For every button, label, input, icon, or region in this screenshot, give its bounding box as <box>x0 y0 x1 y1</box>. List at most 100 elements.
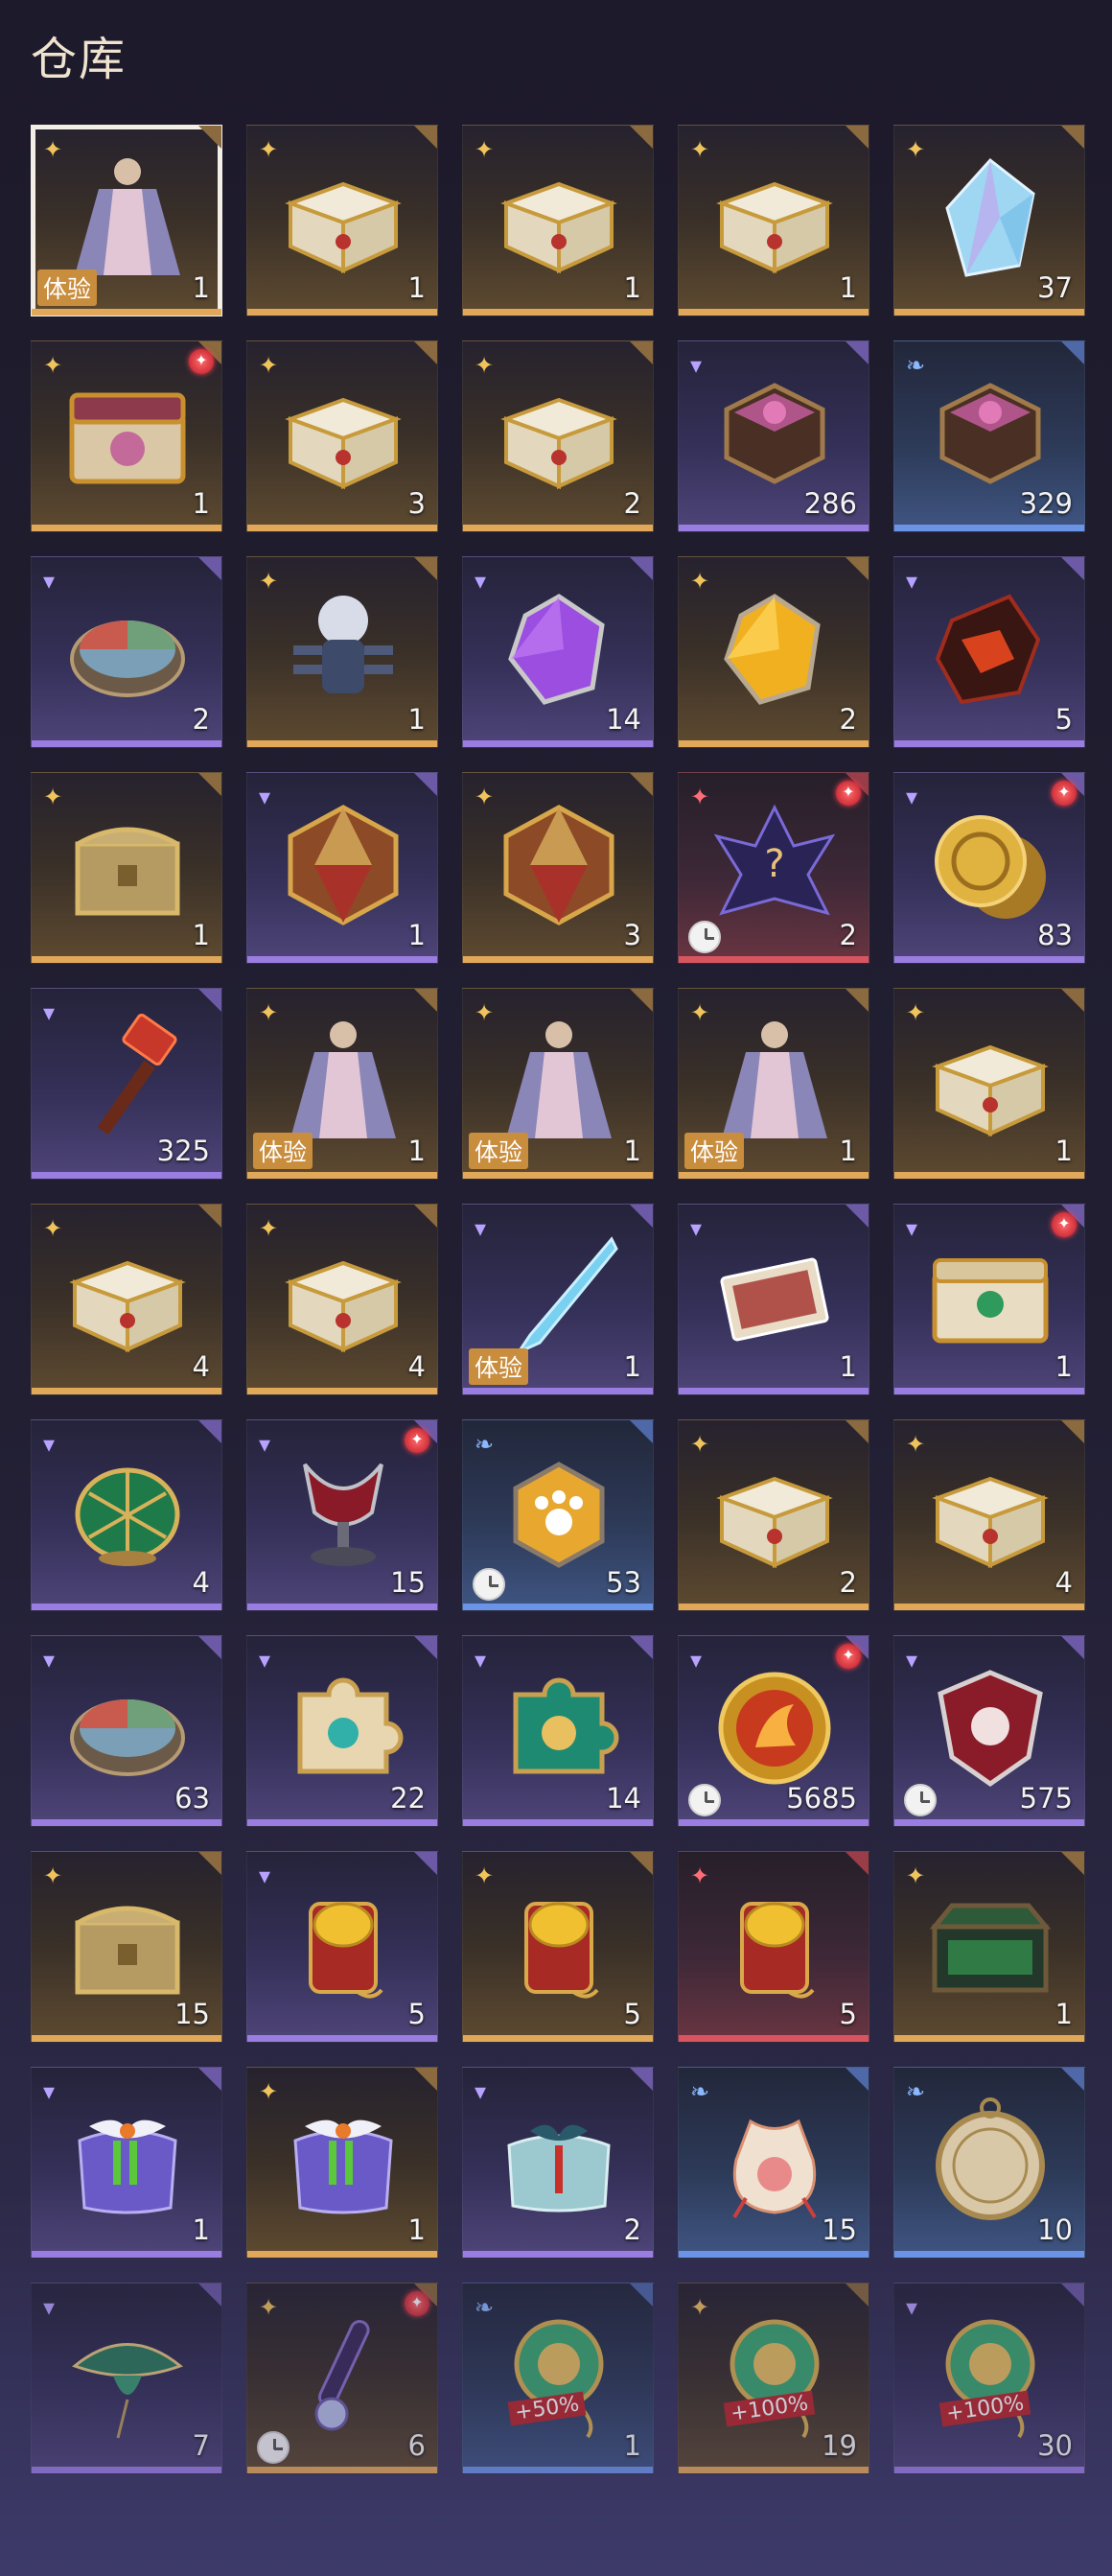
item-quantity: 325 <box>156 1135 210 1167</box>
inventory-slot[interactable]: ❧ 15 <box>678 2067 869 2259</box>
puzzle-piece-icon <box>276 1661 410 1795</box>
costume-icon <box>60 151 195 285</box>
inventory-slot[interactable]: ✦ 37 <box>893 125 1085 316</box>
rarity-corner <box>1061 1636 1084 1659</box>
inventory-slot[interactable]: ✦ 5 <box>678 1851 869 2043</box>
rarity-bar <box>32 1172 221 1179</box>
inventory-slot[interactable]: ▾ 2 <box>462 2067 654 2259</box>
inventory-slot[interactable]: ▾ 14 <box>462 1635 654 1827</box>
rarity-icon: ▾ <box>906 569 918 595</box>
item-quantity: 1 <box>1054 1350 1073 1383</box>
rarity-icon: ▾ <box>475 569 487 595</box>
purple-gem-icon <box>492 582 626 716</box>
item-quantity: 2 <box>839 703 857 736</box>
rarity-corner <box>846 557 869 580</box>
inventory-slot[interactable]: ✦ 体验 1 <box>678 988 869 1180</box>
inventory-slot[interactable]: ▾ 体验 1 <box>462 1204 654 1395</box>
inventory-slot[interactable]: ▾ ✦ 83 <box>893 772 1085 964</box>
inventory-slot[interactable]: ✦ 体验 1 <box>246 988 438 1180</box>
inventory-slot[interactable]: ✦ 3 <box>246 340 438 532</box>
inventory-slot[interactable]: ▾ 1 <box>31 2067 222 2259</box>
inventory-slot[interactable]: ✦ 4 <box>246 1204 438 1395</box>
inventory-slot[interactable]: ✦ 1 <box>246 2067 438 2259</box>
item-quantity: 14 <box>606 703 641 736</box>
rarity-bar <box>894 740 1084 747</box>
inventory-slot[interactable]: ✦ 1 <box>246 125 438 316</box>
inventory-slot[interactable]: ▾ 5 <box>246 1851 438 2043</box>
rarity-icon: ▾ <box>259 1648 271 1674</box>
inventory-slot[interactable]: ✦ 15 <box>31 1851 222 2043</box>
white-gold-chest-icon <box>276 1229 410 1364</box>
inventory-slot[interactable]: ✦ 1 <box>462 125 654 316</box>
inventory-slot[interactable]: ▾ ✦ 5685 <box>678 1635 869 1827</box>
item-quantity: 1 <box>407 1135 426 1167</box>
inventory-slot[interactable]: ❧ 329 <box>893 340 1085 532</box>
inventory-slot[interactable]: ✦ 1 <box>246 556 438 748</box>
inventory-slot[interactable]: ▾ 575 <box>893 1635 1085 1827</box>
rarity-corner <box>1061 557 1084 580</box>
rarity-bar <box>247 1388 437 1394</box>
rarity-icon: ▾ <box>43 569 56 595</box>
inventory-slot[interactable]: ▾ 4 <box>31 1419 222 1611</box>
rarity-corner <box>630 126 653 149</box>
inventory-slot[interactable]: ✦ 2 <box>678 556 869 748</box>
inventory-slot[interactable]: ✦ 2 <box>462 340 654 532</box>
inventory-slot[interactable]: ✦ 1 <box>678 125 869 316</box>
three-color-disc-icon <box>60 1661 195 1795</box>
inventory-slot[interactable]: ✦ 4 <box>893 1419 1085 1611</box>
inventory-slot[interactable]: ▾ 286 <box>678 340 869 532</box>
inventory-slot[interactable]: ✦ ✦ 6 <box>246 2283 438 2474</box>
inventory-slot[interactable]: ▾ 1 <box>246 772 438 964</box>
rarity-bar <box>894 525 1084 531</box>
inventory-slot[interactable]: ✦ 1 <box>31 772 222 964</box>
white-gold-chest-icon <box>707 151 842 285</box>
inventory-slot[interactable]: ✦ 2 <box>678 1419 869 1611</box>
rarity-bar <box>32 1819 221 1826</box>
inventory-slot[interactable]: ✦ 1 <box>893 1851 1085 2043</box>
item-quantity: 5685 <box>786 1782 857 1815</box>
inventory-slot[interactable]: ▾ 7 <box>31 2283 222 2474</box>
rarity-icon: ▾ <box>475 1216 487 1242</box>
inventory-slot[interactable]: ▾ 63 <box>31 1635 222 1827</box>
inventory-slot[interactable]: ✦ ✦ 1 <box>31 340 222 532</box>
rarity-bar <box>247 525 437 531</box>
rarity-bar <box>679 1172 869 1179</box>
inventory-slot[interactable]: ▾ 1 <box>678 1204 869 1395</box>
inventory-slot[interactable]: ✦ 体验 1 <box>31 125 222 316</box>
hammer-icon <box>60 1013 195 1148</box>
inventory-slot[interactable]: ❧ +50% 1 <box>462 2283 654 2474</box>
inventory-slot[interactable]: ✦ 4 <box>31 1204 222 1395</box>
inventory-slot[interactable]: ▾ ✦ 1 <box>893 1204 1085 1395</box>
white-gold-chest-icon <box>707 1445 842 1580</box>
inventory-slot[interactable]: ▾ 325 <box>31 988 222 1180</box>
pouch-icon <box>707 2093 842 2227</box>
inventory-slot[interactable]: ▾ 5 <box>893 556 1085 748</box>
inventory-slot[interactable]: ▾ 22 <box>246 1635 438 1827</box>
inventory-slot[interactable]: ✦ +100% 19 <box>678 2283 869 2474</box>
item-quantity: 2 <box>839 1566 857 1599</box>
item-quantity: 1 <box>623 1135 641 1167</box>
rarity-icon: ▾ <box>906 1216 918 1242</box>
inventory-slot[interactable]: ❧ 10 <box>893 2067 1085 2259</box>
inventory-slot[interactable]: ❧ 53 <box>462 1419 654 1611</box>
red-gold-tag-icon <box>707 1877 842 2011</box>
rarity-bar <box>32 1604 221 1610</box>
gold-chest-icon <box>60 798 195 932</box>
inventory-slot[interactable]: ✦? ✦ 2 <box>678 772 869 964</box>
inventory-slot[interactable]: ▾ 2 <box>31 556 222 748</box>
item-quantity: 329 <box>1019 487 1073 520</box>
item-quantity: 53 <box>606 1566 641 1599</box>
inventory-slot[interactable]: ▾ 14 <box>462 556 654 748</box>
rarity-bar <box>679 309 869 316</box>
inventory-slot[interactable]: ▾ ✦ 15 <box>246 1419 438 1611</box>
inventory-slot[interactable]: ✦ 1 <box>893 988 1085 1180</box>
inventory-slot[interactable]: ✦ 5 <box>462 1851 654 2043</box>
rarity-bar <box>32 525 221 531</box>
rarity-icon: ▾ <box>690 353 703 379</box>
inventory-row: ✦ 1 ▾ 1 ✦ 3 ✦? ✦ 2 ▾ ✦ 83 <box>31 772 1085 964</box>
rarity-bar <box>463 1172 653 1179</box>
item-quantity: 10 <box>1037 2213 1073 2246</box>
inventory-slot[interactable]: ▾ +100% 30 <box>893 2283 1085 2474</box>
inventory-slot[interactable]: ✦ 体验 1 <box>462 988 654 1180</box>
inventory-slot[interactable]: ✦ 3 <box>462 772 654 964</box>
